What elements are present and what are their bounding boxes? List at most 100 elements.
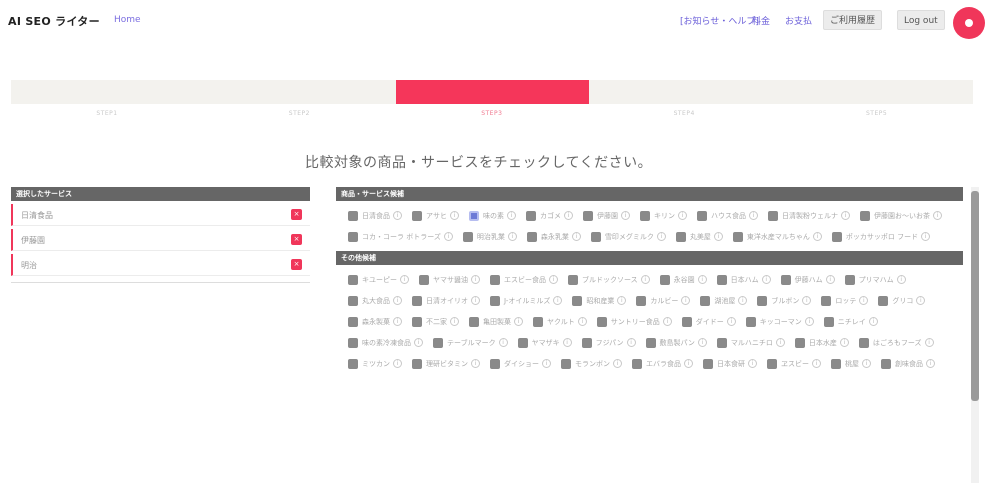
candidate-item[interactable]: キユーピー i	[348, 271, 409, 288]
info-icon[interactable]: i	[471, 296, 480, 305]
candidate-item[interactable]: 湖池屋 i	[700, 292, 748, 309]
candidate-checkbox[interactable]	[462, 231, 473, 242]
info-icon[interactable]: i	[562, 338, 572, 347]
info-icon[interactable]: i	[549, 275, 558, 284]
candidate-checkbox[interactable]	[794, 337, 805, 348]
info-icon[interactable]: i	[916, 296, 926, 305]
candidate-checkbox[interactable]	[348, 210, 358, 221]
candidate-item[interactable]: コカ・コーラ ボトラーズ i	[348, 228, 453, 245]
candidate-item[interactable]: ポッカサッポロ フード i	[831, 228, 931, 245]
candidate-item[interactable]: 味の素冷凍食品 i	[348, 334, 423, 351]
info-icon[interactable]: i	[393, 211, 402, 220]
candidate-item[interactable]: ヤクルト i	[533, 313, 587, 330]
info-icon[interactable]: i	[804, 317, 814, 326]
remove-icon[interactable]: ×	[291, 234, 302, 245]
candidate-item[interactable]: 亀田製菓 i	[469, 313, 523, 330]
info-icon[interactable]: i	[738, 296, 748, 305]
info-icon[interactable]: i	[825, 275, 835, 284]
candidate-checkbox[interactable]	[419, 274, 429, 285]
candidate-checkbox[interactable]	[831, 358, 841, 369]
candidate-checkbox[interactable]	[568, 274, 578, 285]
candidate-item[interactable]: ロッテ i	[821, 292, 869, 309]
candidate-item[interactable]: エバラ食品 i	[632, 355, 693, 372]
candidate-item[interactable]: ニチレイ i	[823, 313, 878, 330]
info-icon[interactable]: i	[393, 296, 402, 305]
info-icon[interactable]: i	[761, 275, 771, 284]
candidate-item[interactable]: キッコーマン i	[745, 313, 814, 330]
candidate-checkbox[interactable]	[767, 358, 777, 369]
candidate-checkbox[interactable]	[348, 231, 358, 242]
info-icon[interactable]: i	[564, 211, 573, 220]
info-icon[interactable]: i	[859, 296, 869, 305]
info-icon[interactable]: i	[684, 359, 693, 368]
candidate-checkbox[interactable]	[757, 295, 768, 306]
nav-link-1[interactable]: 料金	[752, 14, 770, 27]
candidate-checkbox[interactable]	[632, 358, 642, 369]
candidate-checkbox[interactable]	[821, 295, 832, 306]
candidate-checkbox[interactable]	[675, 231, 686, 242]
candidate-item[interactable]: 昭和産業 i	[572, 292, 627, 309]
info-icon[interactable]: i	[640, 275, 650, 284]
candidate-checkbox[interactable]	[732, 231, 743, 242]
candidate-checkbox[interactable]	[716, 274, 727, 285]
candidate-checkbox[interactable]	[681, 316, 692, 327]
candidate-checkbox[interactable]	[583, 210, 593, 221]
info-icon[interactable]: i	[450, 317, 459, 326]
candidate-checkbox[interactable]	[716, 337, 727, 348]
candidate-item[interactable]: 桃屋 i	[831, 355, 871, 372]
info-icon[interactable]: i	[802, 296, 812, 305]
candidate-checkbox[interactable]	[412, 295, 422, 306]
info-icon[interactable]: i	[514, 317, 523, 326]
candidate-item[interactable]: 味の素 i	[469, 207, 516, 224]
candidate-checkbox[interactable]	[700, 295, 711, 306]
candidate-checkbox[interactable]	[412, 358, 422, 369]
candidate-checkbox[interactable]	[780, 274, 791, 285]
candidate-checkbox[interactable]	[433, 337, 443, 348]
info-icon[interactable]: i	[868, 317, 878, 326]
candidate-item[interactable]: 理研ビタミン i	[412, 355, 480, 372]
info-icon[interactable]: i	[775, 338, 785, 347]
candidate-checkbox[interactable]	[823, 316, 834, 327]
candidate-item[interactable]: マルハニチロ i	[716, 334, 785, 351]
info-icon[interactable]: i	[681, 296, 691, 305]
info-icon[interactable]: i	[656, 232, 666, 241]
info-icon[interactable]: i	[812, 359, 821, 368]
candidate-item[interactable]: 丸美屋 i	[675, 228, 723, 245]
candidate-item[interactable]: 伊藤園お〜いお茶 i	[860, 207, 942, 224]
info-icon[interactable]: i	[726, 317, 736, 326]
candidate-checkbox[interactable]	[640, 210, 650, 221]
candidate-item[interactable]: フジパン i	[581, 334, 636, 351]
candidate-checkbox[interactable]	[490, 358, 500, 369]
info-icon[interactable]: i	[617, 296, 627, 305]
candidate-checkbox[interactable]	[860, 210, 870, 221]
info-icon[interactable]: i	[924, 338, 934, 347]
info-icon[interactable]: i	[577, 317, 587, 326]
info-icon[interactable]: i	[400, 275, 409, 284]
candidate-checkbox[interactable]	[517, 337, 528, 348]
candidate-item[interactable]: モランボン i	[561, 355, 622, 372]
info-icon[interactable]: i	[713, 232, 723, 241]
candidate-checkbox[interactable]	[533, 316, 543, 327]
candidate-checkbox[interactable]	[878, 295, 889, 306]
candidate-checkbox[interactable]	[348, 316, 358, 327]
info-icon[interactable]: i	[542, 359, 551, 368]
candidate-checkbox[interactable]	[636, 295, 647, 306]
candidate-item[interactable]: 永谷園 i	[659, 271, 707, 288]
candidate-item[interactable]: ヤマザキ i	[517, 334, 572, 351]
candidate-item[interactable]: 伊藤園 i	[583, 207, 630, 224]
info-icon[interactable]: i	[697, 338, 707, 347]
candidate-item[interactable]: 明治乳業 i	[462, 228, 517, 245]
candidate-item[interactable]: テーブルマーク i	[433, 334, 508, 351]
candidate-checkbox[interactable]	[526, 210, 536, 221]
candidate-item[interactable]: グリコ i	[878, 292, 926, 309]
info-icon[interactable]: i	[471, 275, 480, 284]
candidate-checkbox[interactable]	[469, 316, 479, 327]
brand-logo[interactable]: AI SEO ライター	[8, 13, 100, 29]
info-icon[interactable]: i	[862, 359, 871, 368]
info-icon[interactable]: i	[393, 359, 402, 368]
candidate-checkbox[interactable]	[561, 358, 571, 369]
candidate-checkbox[interactable]	[412, 316, 422, 327]
nav-link-0[interactable]: [お知らせ・ヘルプ]	[680, 14, 759, 27]
candidate-checkbox[interactable]	[348, 274, 358, 285]
candidate-item[interactable]: 不二家 i	[412, 313, 459, 330]
